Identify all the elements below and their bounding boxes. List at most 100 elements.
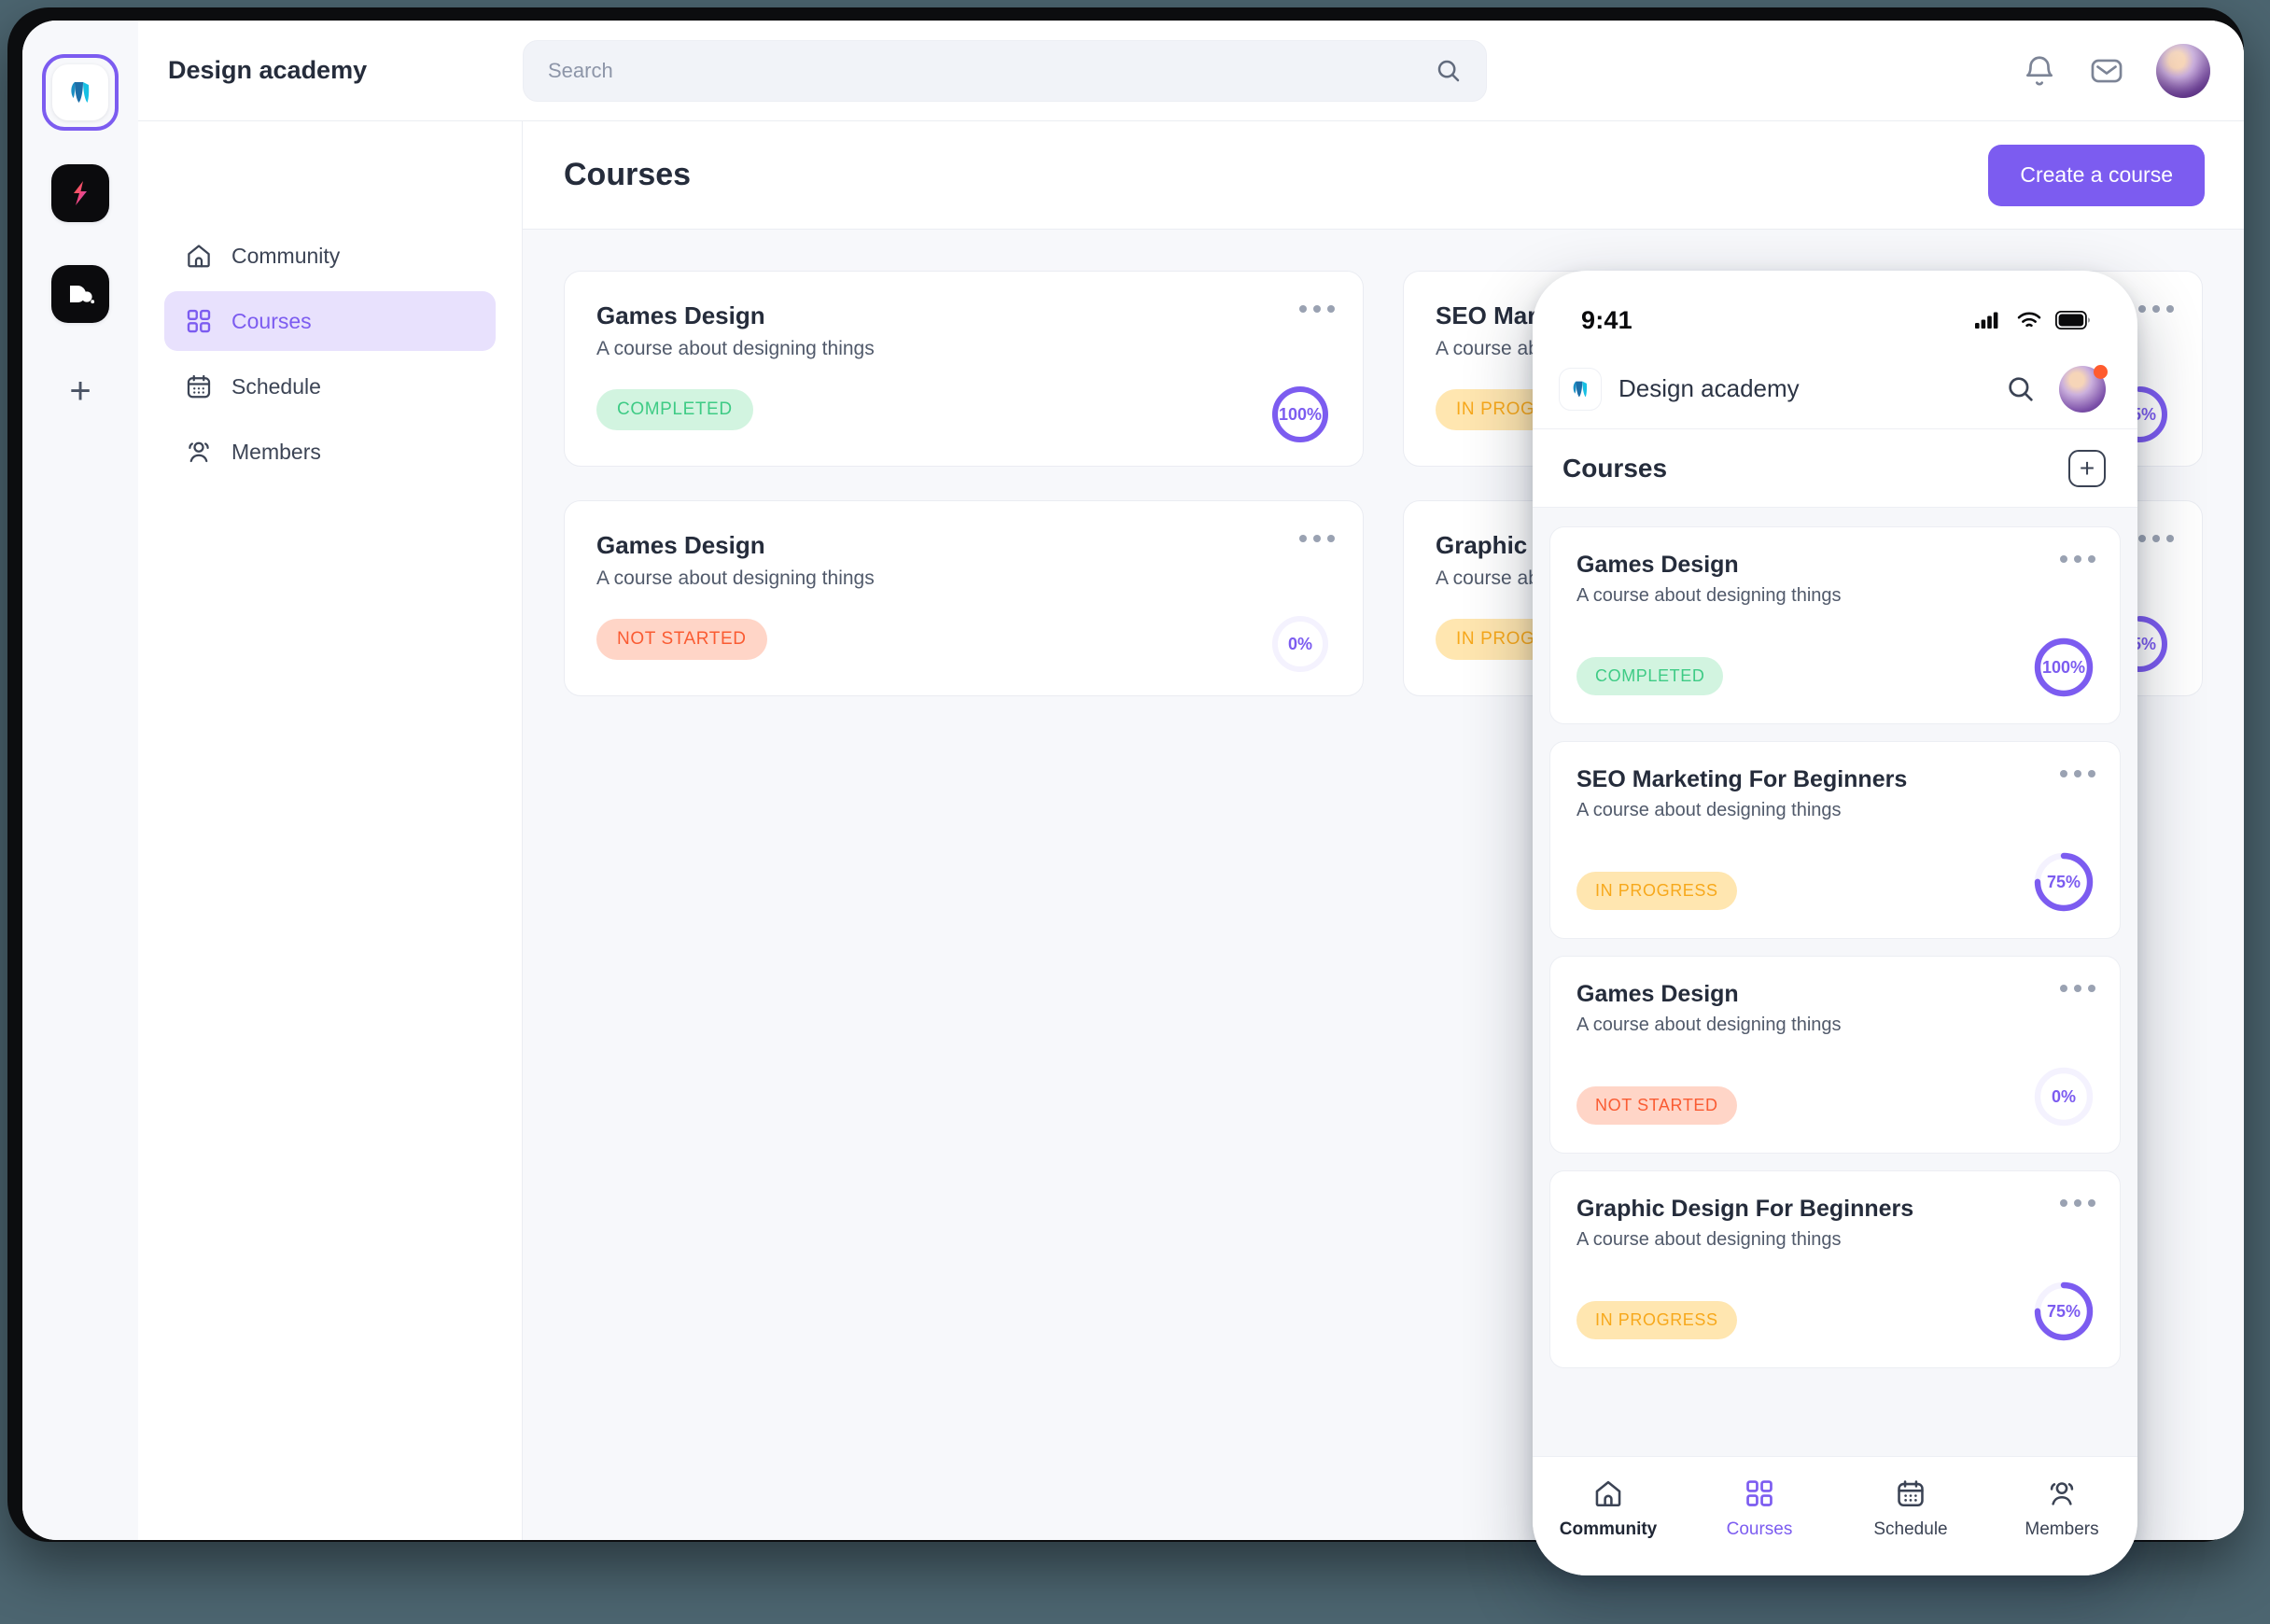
progress-ring: 75% [2032,1280,2095,1343]
sidebar-item-label: Community [231,243,341,268]
status-badge: IN PROGRESS [1576,1301,1737,1339]
sidebar-item-label: Schedule [231,373,321,399]
tab-members[interactable]: Members [1986,1477,2137,1540]
workspace-item-dot[interactable] [42,256,119,332]
add-workspace-button[interactable]: + [51,362,109,420]
workspace-item-design-academy[interactable] [42,54,119,131]
phone-add-course-button[interactable]: + [2068,449,2106,487]
leaf-logo-icon [52,64,108,120]
course-title: SEO Marketing For Beginners [1576,766,1908,792]
sidebar-item-label: Members [231,439,321,464]
phone-course-card[interactable]: Games Design A course about designing th… [1549,526,2121,724]
course-description: A course about designing things [596,338,875,359]
phone-section-header: Courses + [1533,429,2137,508]
tab-community[interactable]: Community [1533,1477,1684,1540]
course-more-options-icon[interactable] [1299,305,1335,313]
course-more-options-icon[interactable] [1299,535,1335,542]
progress-label: 75% [2046,872,2081,891]
people-icon [189,441,209,463]
add-workspace-label: + [69,371,91,412]
phone-course-card[interactable]: SEO Marketing For Beginners A course abo… [1549,741,2121,939]
tab-label: Members [2025,1519,2099,1539]
course-description: A course about designing things [1576,800,1842,820]
phone-course-list: Games Design A course about designing th… [1533,508,2137,1456]
sidebar-item-schedule[interactable]: Schedule [164,357,496,416]
status-badge: COMPLETED [1576,657,1724,695]
course-more-options-icon[interactable] [2138,305,2174,313]
phone-course-card[interactable]: Graphic Design For Beginners A course ab… [1549,1170,2121,1368]
phone-header-actions [2005,364,2108,413]
course-more-options-icon[interactable] [2060,555,2095,563]
tab-courses[interactable]: Courses [1684,1477,1835,1540]
progress-label: 0% [1287,634,1312,653]
topbar-actions [2022,43,2210,98]
course-description: A course about designing things [1576,1229,1842,1250]
sidebar-item-members[interactable]: Members [164,422,496,482]
avatar[interactable] [2156,43,2210,98]
course-more-options-icon[interactable] [2060,770,2095,777]
progress-ring: 0% [2032,1065,2095,1128]
progress-ring: 100% [2032,636,2095,699]
calendar-icon [1898,1480,1924,1507]
course-description: A course about designing things [596,567,875,589]
phone-header: Design academy [1533,349,2137,429]
course-description: A course about designing things [1576,1015,1842,1035]
org-title: Design academy [168,56,368,84]
course-description: A course about designing things [1576,585,1842,606]
create-course-button[interactable]: Create a course [1988,144,2205,206]
phone-course-card[interactable]: Games Design A course about designing th… [1549,956,2121,1154]
tab-schedule[interactable]: Schedule [1835,1477,1986,1540]
phone-avatar[interactable] [2059,364,2108,413]
unread-dot-badge [2094,364,2108,379]
plus-icon: + [2079,453,2095,483]
status-badge: NOT STARTED [596,619,767,660]
d-dot-logo-icon [51,265,109,323]
course-more-options-icon[interactable] [2138,535,2174,542]
progress-label: 0% [2051,1086,2076,1106]
course-title: Games Design [1576,981,1739,1007]
envelope-icon[interactable] [2089,53,2124,89]
phone-time: 9:41 [1581,305,1632,334]
course-card[interactable]: Games Design A course about designing th… [564,500,1364,696]
home-icon [1595,1480,1621,1507]
status-badge: IN PROGRESS [1576,872,1737,910]
progress-label: 100% [2041,657,2086,677]
grid-icon [1746,1480,1773,1506]
phone-status-bar: 9:41 [1533,271,2137,349]
workspace-item-bolt[interactable] [42,155,119,231]
phone-section-title: Courses [1562,453,1668,483]
phone-tab-bar: Community Courses Schedule Members [1533,1456,2137,1575]
course-title: Games Design [596,301,765,329]
sidebar-item-label: Courses [231,308,312,333]
course-more-options-icon[interactable] [2060,1199,2095,1207]
leaf-logo-icon [1559,367,1602,411]
search-input[interactable] [523,39,1487,102]
search-icon[interactable] [2005,373,2037,405]
calendar-icon [187,374,211,399]
home-icon [188,245,210,268]
topbar: Design academy [138,21,2244,121]
page-title: Courses [564,157,692,192]
progress-label: 75% [2046,1301,2081,1321]
search-field[interactable] [523,39,1487,102]
progress-label: 100% [1278,404,1323,424]
bolt-logo-icon [51,164,109,222]
phone-org-title: Design academy [1618,374,1800,402]
sidebar-item-courses[interactable]: Courses [164,291,496,351]
search-icon[interactable] [1435,57,1463,85]
phone-status-icons [1975,310,2091,330]
bell-icon[interactable] [2022,53,2057,89]
content-header: Courses Create a course [523,121,2244,230]
grid-icon [187,309,211,333]
progress-ring: 0% [1269,613,1331,675]
sidebar-item-community[interactable]: Community [164,226,496,286]
course-card[interactable]: Games Design A course about designing th… [564,271,1364,467]
status-badge: COMPLETED [596,389,753,430]
battery-full-icon [2055,311,2090,329]
course-title: Games Design [596,531,765,559]
course-more-options-icon[interactable] [2060,985,2095,992]
sidebar: Community Courses Schedule Members [138,121,523,1540]
tab-label: Schedule [1873,1519,1948,1539]
status-badge: NOT STARTED [1576,1086,1737,1125]
course-title: Games Design [1576,552,1739,578]
